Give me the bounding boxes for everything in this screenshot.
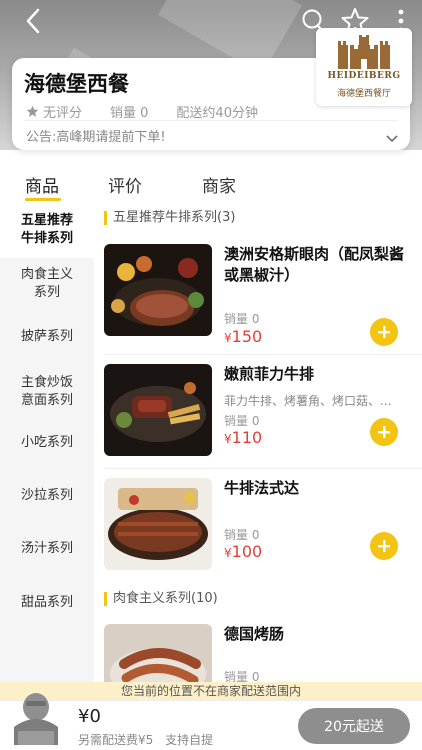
shop-tabs: 商品 评价 商家	[0, 164, 422, 202]
sidebar-item-steak[interactable]: 五星推荐 牛排系列	[0, 202, 94, 258]
sidebar-item-soup[interactable]: 汤汁系列	[0, 540, 94, 570]
add-to-cart-button[interactable]	[370, 318, 398, 346]
dish-image	[104, 624, 212, 682]
dish-image	[104, 478, 212, 570]
sidebar-item-salad[interactable]: 沙拉系列	[0, 487, 94, 517]
active-tab-indicator	[25, 198, 61, 201]
delivery-fee: 另需配送费¥5	[78, 733, 154, 747]
sidebar-item-staple[interactable]: 主食炒饭 意面系列	[0, 370, 94, 422]
menu-item[interactable]: 嫩煎菲力牛排 菲力牛排、烤薯角、烤口菇、... 销量 0 ¥110	[104, 364, 422, 476]
menu-content: 五星推荐牛排系列(3) 澳洲安格斯眼肉（配凤梨酱或黑椒汁） 销量 0 ¥150	[94, 202, 422, 682]
dish-image	[104, 364, 212, 456]
dish-description: 菲力牛排、烤薯角、烤口菇、...	[224, 394, 392, 408]
logo-brand-en: HEIDEIBERG	[327, 71, 401, 81]
item-divider	[104, 354, 422, 355]
menu-item[interactable]: 澳洲安格斯眼肉（配凤梨酱或黑椒汁） 销量 0 ¥150	[104, 244, 422, 356]
tab-goods[interactable]: 商品	[25, 172, 59, 197]
add-to-cart-button[interactable]	[370, 418, 398, 446]
dish-name: 牛排法式达	[224, 479, 300, 497]
plus-icon	[378, 540, 390, 552]
back-icon[interactable]	[18, 6, 48, 36]
tab-merchant[interactable]: 商家	[202, 172, 236, 197]
delivery-time: 配送约40分钟	[176, 106, 258, 121]
shop-sales: 销量 0	[110, 106, 149, 121]
shop-rating: 无评分	[26, 102, 82, 121]
cart-fee-info: 另需配送费¥5 支持自提	[78, 731, 221, 748]
delivery-range-notice: 您当前的位置不在商家配送范围内	[0, 682, 422, 700]
rating-star-icon	[26, 105, 39, 117]
plus-icon	[378, 326, 390, 338]
cart-bar: ¥0 另需配送费¥5 支持自提 20元起送	[0, 693, 422, 750]
section-title-meat: 肉食主义系列(10)	[104, 592, 218, 606]
dish-image	[104, 244, 212, 336]
category-sidebar: 五星推荐 牛排系列 肉食主义 系列 披萨系列 主食炒饭 意面系列 小吃系列 沙拉…	[0, 202, 94, 682]
dish-price: ¥150	[224, 327, 263, 346]
dish-name: 德国烤肠	[224, 625, 285, 643]
section-title-steak: 五星推荐牛排系列(3)	[104, 211, 235, 225]
menu-item[interactable]: 德国烤肠 销量 0	[104, 624, 422, 682]
dish-price: ¥110	[224, 428, 263, 447]
sidebar-item-pizza[interactable]: 披萨系列	[0, 322, 94, 352]
shop-logo: HEIDEIBERG 海德堡西餐厅	[316, 28, 412, 106]
cart-icon[interactable]	[10, 687, 62, 747]
castle-logo-icon	[338, 35, 390, 69]
add-to-cart-button[interactable]	[370, 532, 398, 560]
dish-sales: 销量 0	[224, 414, 260, 428]
shop-notice: 公告:高峰期请提前下单!	[26, 130, 166, 145]
sidebar-item-meat[interactable]: 肉食主义 系列	[0, 260, 94, 312]
shop-meta: 无评分 销量 0 配送约40分钟	[26, 102, 286, 121]
chevron-down-icon[interactable]	[386, 128, 398, 147]
shop-name: 海德堡西餐	[24, 72, 129, 96]
sidebar-item-snacks[interactable]: 小吃系列	[0, 432, 94, 462]
dish-sales: 销量 0	[224, 670, 260, 682]
dish-sales: 销量 0	[224, 312, 260, 326]
menu-item[interactable]: 牛排法式达 销量 0 ¥100	[104, 478, 422, 590]
min-order-button[interactable]: 20元起送	[298, 708, 410, 744]
dish-name: 澳洲安格斯眼肉（配凤梨酱或黑椒汁）	[224, 245, 405, 284]
divider	[24, 120, 398, 121]
cart-total: ¥0	[78, 706, 101, 727]
pickup-support: 支持自提	[165, 733, 214, 747]
plus-icon	[378, 426, 390, 438]
logo-brand-cn: 海德堡西餐厅	[336, 89, 391, 99]
item-divider	[104, 468, 422, 469]
tab-reviews[interactable]: 评价	[108, 172, 142, 197]
dish-sales: 销量 0	[224, 528, 260, 542]
sidebar-item-dessert[interactable]: 甜品系列	[0, 594, 94, 624]
dish-name: 嫩煎菲力牛排	[224, 365, 315, 383]
dish-price: ¥100	[224, 542, 263, 561]
